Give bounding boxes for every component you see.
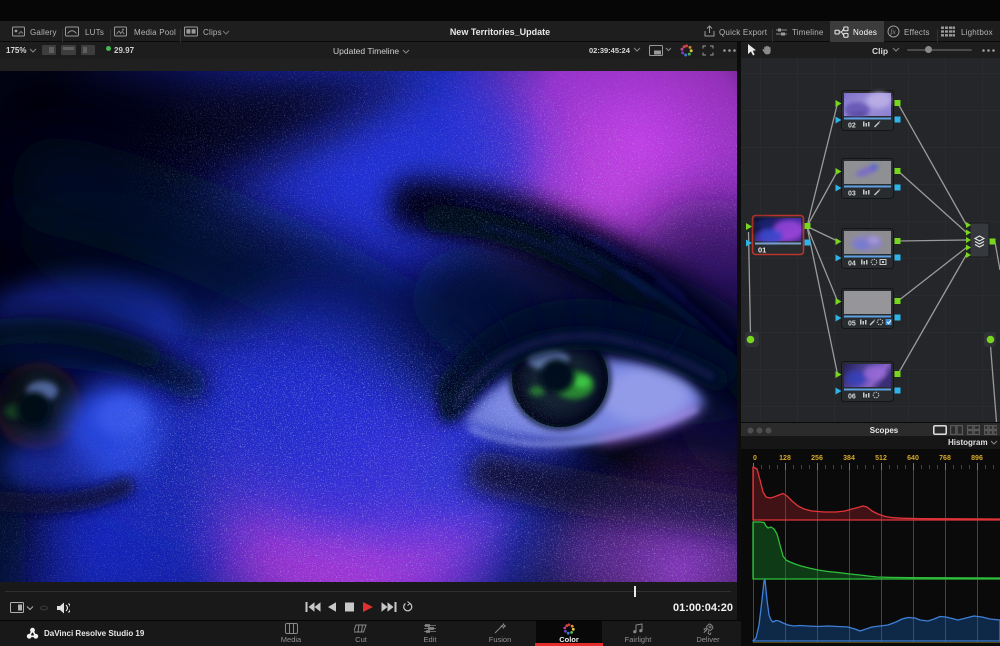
svg-text:896: 896 <box>971 455 983 462</box>
svg-text:06: 06 <box>848 394 856 401</box>
svg-text:256: 256 <box>811 455 823 462</box>
svg-text:768: 768 <box>939 455 951 462</box>
svg-text:04: 04 <box>848 261 856 268</box>
svg-text:02: 02 <box>848 123 856 130</box>
svg-text:05: 05 <box>848 321 856 328</box>
svg-text:03: 03 <box>848 191 856 198</box>
svg-text:640: 640 <box>907 455 919 462</box>
svg-text:128: 128 <box>779 455 791 462</box>
svg-text:384: 384 <box>843 455 855 462</box>
svg-text:0: 0 <box>753 455 757 462</box>
svg-text:512: 512 <box>875 455 887 462</box>
svg-text:fx: fx <box>890 27 896 36</box>
svg-text:01: 01 <box>758 246 766 255</box>
